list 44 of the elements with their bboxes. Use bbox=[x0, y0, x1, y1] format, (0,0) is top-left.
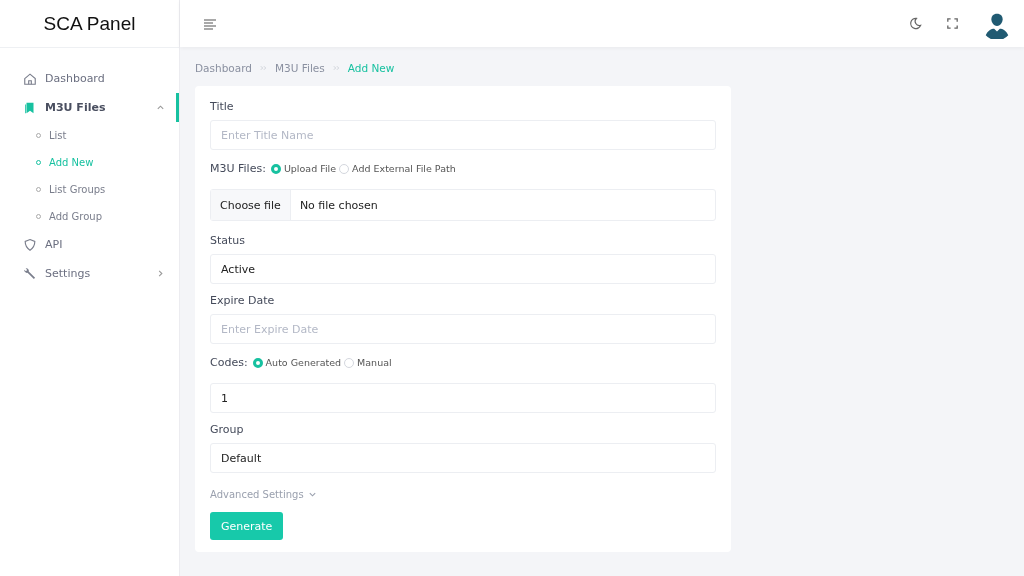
brand-title: SCA Panel bbox=[0, 0, 179, 48]
sidebar-subitem[interactable]: List bbox=[0, 122, 179, 149]
sidebar-item[interactable]: Settings bbox=[0, 259, 179, 288]
radio-button[interactable] bbox=[270, 163, 281, 174]
radio-button[interactable] bbox=[252, 357, 263, 368]
sidebar-subitem[interactable]: Add Group bbox=[0, 203, 179, 230]
field-label: Expire Date bbox=[210, 294, 276, 307]
chevron-icon bbox=[156, 103, 165, 112]
moon-icon[interactable] bbox=[908, 16, 923, 31]
field-label: Status bbox=[210, 234, 247, 247]
sidebar-item[interactable]: API bbox=[0, 230, 179, 259]
sidebar-subitem[interactable]: List Groups bbox=[0, 176, 179, 203]
shield-icon bbox=[23, 237, 37, 252]
radio-label: Manual bbox=[357, 357, 392, 368]
fullscreen-icon[interactable] bbox=[945, 16, 960, 31]
input-field[interactable]: Enter Expire Date bbox=[210, 314, 716, 344]
field-label: Group bbox=[210, 423, 245, 436]
radio-label: Upload File bbox=[283, 163, 337, 174]
radio-label: Add External File Path bbox=[352, 163, 456, 174]
chevron-double-icon bbox=[259, 65, 267, 71]
field-label: Codes: bbox=[210, 356, 248, 369]
sidebar-item[interactable]: Dashboard bbox=[0, 64, 179, 93]
choose-file-button[interactable]: Choose file bbox=[211, 190, 291, 220]
input-field[interactable]: Active bbox=[210, 254, 716, 284]
radio-label: Auto Generated bbox=[265, 357, 342, 368]
radio-button[interactable] bbox=[344, 357, 355, 368]
advanced-settings-toggle[interactable]: Advanced Settings bbox=[210, 489, 317, 500]
bookmark-icon bbox=[23, 100, 37, 115]
sidebar-item[interactable]: M3U Files bbox=[0, 93, 179, 122]
input-field[interactable]: 1 bbox=[210, 383, 716, 413]
input-field[interactable]: Enter Title Name bbox=[210, 120, 716, 150]
radio-button[interactable] bbox=[339, 163, 350, 174]
chevron-icon bbox=[307, 490, 317, 499]
breadcrumb-link[interactable]: Dashboard bbox=[195, 62, 252, 74]
wrench-icon bbox=[23, 266, 37, 281]
field-label: Title bbox=[210, 100, 235, 113]
file-status: No file chosen bbox=[298, 197, 379, 214]
breadcrumb-link[interactable]: M3U Files bbox=[274, 62, 325, 74]
home-icon bbox=[23, 71, 37, 86]
chevron-double-icon bbox=[332, 65, 340, 71]
input-field[interactable]: Default bbox=[210, 443, 716, 473]
chevron-icon bbox=[156, 269, 165, 278]
field-label: M3U Files: bbox=[210, 162, 266, 175]
file-input[interactable]: Choose file No file chosen bbox=[210, 189, 716, 221]
